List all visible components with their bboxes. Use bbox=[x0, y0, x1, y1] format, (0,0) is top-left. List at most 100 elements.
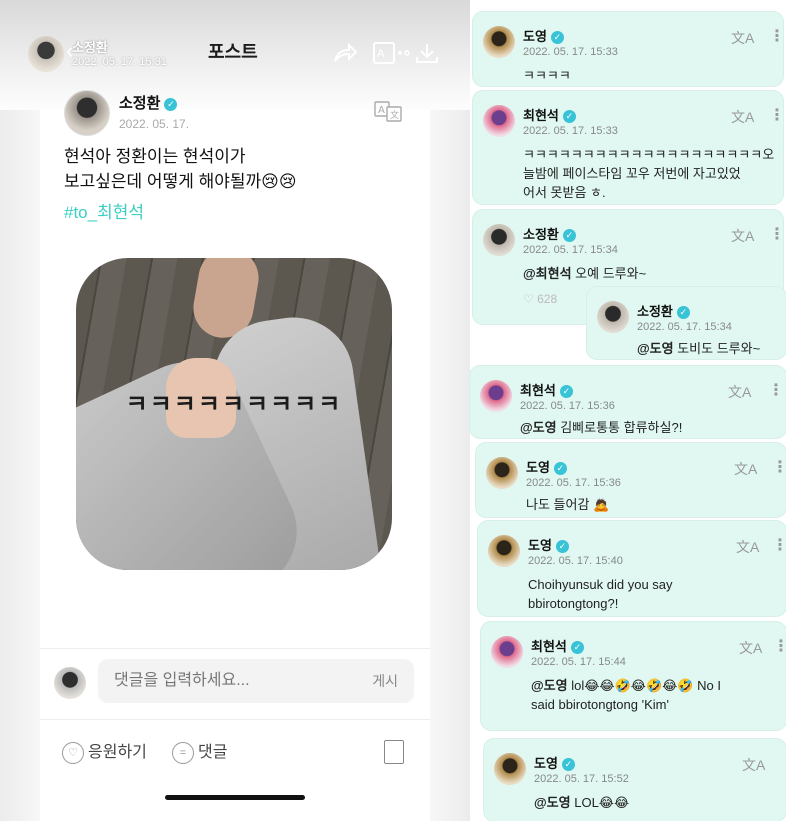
comment-card: 도영 ✓ 2022. 05. 17. 15:33 文A ⋮ ㅋㅋㅋㅋ bbox=[473, 12, 785, 86]
avatar[interactable] bbox=[483, 26, 515, 58]
more-vertical-icon[interactable]: ⋮ bbox=[769, 224, 785, 244]
cheer-button[interactable]: ♡ 응원하기 bbox=[62, 738, 147, 764]
verified-check-icon: ✓ bbox=[570, 641, 584, 655]
translate-icon[interactable]: 文A bbox=[734, 459, 757, 479]
svg-text:A: A bbox=[378, 105, 385, 116]
translate-icon[interactable]: 文A bbox=[739, 638, 762, 658]
author-avatar[interactable] bbox=[64, 90, 110, 136]
more-vertical-icon[interactable]: ⋮ bbox=[773, 636, 786, 656]
comment-time: 2022. 05. 17. 15:52 bbox=[534, 773, 629, 785]
mention-link[interactable]: @도영 bbox=[637, 341, 674, 356]
comment-text-line: 늘밤에 페이스타임 꼬우 저번에 자고있었 bbox=[523, 166, 741, 181]
header-author: 소정환 bbox=[72, 40, 108, 55]
avatar[interactable] bbox=[486, 457, 518, 489]
more-vertical-icon[interactable]: ⋮ bbox=[768, 380, 784, 400]
home-indicator bbox=[165, 795, 305, 800]
comment-text-line: ㅋㅋㅋㅋㅋㅋㅋㅋㅋㅋㅋㅋㅋㅋㅋㅋㅋㅋㅋㅋ오 bbox=[523, 147, 775, 162]
translate-icon[interactable]: 文A bbox=[742, 755, 765, 775]
comment-label: 댓글 bbox=[198, 744, 228, 761]
comment-text: @도영 lol😂😂🤣😂🤣😂🤣 No I said bbirotongtong '… bbox=[531, 676, 721, 714]
cheer-icon: ♡ bbox=[62, 741, 84, 764]
more-vertical-icon[interactable]: ⋮ bbox=[772, 535, 786, 555]
comment-author-row[interactable]: 최현석 ✓ bbox=[531, 636, 584, 655]
comment-card: 도영 ✓ 2022. 05. 17. 15:40 文A ⋮ Choihyunsuk… bbox=[478, 521, 786, 616]
comment-author: 최현석 bbox=[520, 383, 556, 398]
comment-author-row[interactable]: 도영 ✓ bbox=[523, 26, 564, 45]
comment-author-row[interactable]: 최현석 ✓ bbox=[520, 380, 573, 399]
translate-icon[interactable]: 文A bbox=[731, 28, 754, 48]
verified-check-icon: ✓ bbox=[550, 31, 564, 45]
translate-icon[interactable]: A bbox=[372, 42, 398, 64]
comment-author-row[interactable]: 최현석 ✓ bbox=[523, 105, 576, 124]
comment-author: 소정환 bbox=[523, 227, 559, 242]
comment-text-rest: lol😂😂🤣😂🤣😂🤣 No I bbox=[567, 678, 722, 693]
shadow-right bbox=[430, 0, 470, 821]
image-caption: ㅋㅋㅋㅋㅋㅋㅋㅋㅋ bbox=[125, 391, 343, 418]
shadow-left bbox=[0, 0, 40, 821]
comment-card: 도영 ✓ 2022. 05. 17. 15:36 文A ⋮ 나도 들어감 🙇 bbox=[476, 443, 786, 517]
post-topbar: ‹ 소정환 2022. 05. 17. 15:31 포스트 A bbox=[0, 8, 470, 72]
comment-text-rest: 오예 드루와~ bbox=[571, 266, 647, 281]
comment-author-row[interactable]: 도영 ✓ bbox=[528, 535, 569, 554]
comment-text: @최현석 오예 드루와~ bbox=[523, 264, 646, 283]
post-body: 현석아 정환이는 현석이가 보고싶은데 어떻게 해야될까😢😢 bbox=[64, 144, 404, 194]
comment-submit-button[interactable]: 게시 bbox=[372, 659, 398, 703]
post-image[interactable]: ㅋㅋㅋㅋㅋㅋㅋㅋㅋ bbox=[76, 258, 392, 570]
more-vertical-icon[interactable]: ⋮ bbox=[769, 105, 785, 125]
comment-text-rest: 김삐로통통 합류하실?! bbox=[556, 420, 683, 435]
mention-link[interactable]: @도영 bbox=[534, 795, 571, 810]
avatar[interactable] bbox=[494, 753, 526, 785]
avatar[interactable] bbox=[480, 380, 512, 412]
post-actions: ♡ 응원하기 = 댓글 bbox=[40, 720, 430, 780]
hashtag-link[interactable]: #to_최현석 bbox=[64, 198, 144, 223]
translate-icon[interactable]: 文A bbox=[731, 226, 754, 246]
translate-icon[interactable]: 文A bbox=[731, 107, 754, 127]
verified-check-icon: ✓ bbox=[553, 462, 567, 476]
verified-check-icon: ✓ bbox=[676, 306, 690, 320]
comment-button[interactable]: = 댓글 bbox=[172, 738, 227, 764]
more-vertical-icon[interactable]: ⋮ bbox=[772, 457, 786, 477]
avatar[interactable] bbox=[483, 105, 515, 137]
avatar[interactable] bbox=[488, 535, 520, 567]
comment-text-line: bbirotongtong?! bbox=[528, 596, 619, 611]
bookmark-icon[interactable] bbox=[384, 740, 404, 764]
translate-icon[interactable]: A 文 bbox=[374, 100, 404, 122]
comment-author-row[interactable]: 소정환 ✓ bbox=[637, 301, 690, 320]
comment-input[interactable]: 댓글을 입력하세요... 게시 bbox=[98, 659, 414, 703]
comment-text: @도영 김삐로통통 합류하실?! bbox=[520, 418, 682, 437]
mention-link[interactable]: @도영 bbox=[531, 678, 568, 693]
mention-link[interactable]: @최현석 bbox=[523, 266, 572, 281]
comment-author-row[interactable]: 도영 ✓ bbox=[526, 457, 567, 476]
comment-author-row[interactable]: 소정환 ✓ bbox=[523, 224, 576, 243]
download-icon[interactable] bbox=[414, 42, 440, 64]
page-title: 포스트 bbox=[208, 42, 258, 62]
svg-text:文: 文 bbox=[390, 109, 399, 121]
avatar[interactable] bbox=[483, 224, 515, 256]
comment-time: 2022. 05. 17. 15:33 bbox=[523, 46, 618, 58]
translate-icon[interactable]: 文A bbox=[728, 382, 751, 402]
comment-card: 최현석 ✓ 2022. 05. 17. 15:44 文A ⋮ @도영 lol😂😂🤣… bbox=[481, 622, 786, 730]
share-icon[interactable] bbox=[332, 42, 358, 64]
comment-time: 2022. 05. 17. 15:34 bbox=[523, 244, 618, 256]
author-name-row[interactable]: 소정환 ✓ bbox=[119, 92, 178, 113]
comment-author-row[interactable]: 도영 ✓ bbox=[534, 753, 575, 772]
more-horizontal-icon[interactable] bbox=[398, 42, 410, 64]
like-count[interactable]: ♡ 628 bbox=[523, 292, 557, 306]
translate-icon[interactable]: 文A bbox=[736, 537, 759, 557]
mention-link[interactable]: @도영 bbox=[520, 420, 557, 435]
avatar[interactable] bbox=[597, 301, 629, 333]
comment-card: 도영 ✓ 2022. 05. 17. 15:52 文A @도영 LOL😂😂 bbox=[484, 739, 786, 821]
comment-author: 도영 bbox=[528, 538, 552, 553]
post-screen: ‹ 소정환 2022. 05. 17. 15:31 포스트 A 소정환 ✓ 202… bbox=[0, 0, 470, 821]
verified-check-icon: ✓ bbox=[562, 110, 576, 124]
more-vertical-icon[interactable]: ⋮ bbox=[769, 26, 785, 46]
avatar[interactable] bbox=[491, 636, 523, 668]
comment-text-line: 어서 못받음 ㅎ. bbox=[523, 185, 606, 200]
comment-composer: 댓글을 입력하세요... 게시 bbox=[40, 648, 430, 720]
comment-time: 2022. 05. 17. 15:36 bbox=[520, 400, 615, 412]
header-avatar[interactable] bbox=[28, 36, 64, 72]
avatar bbox=[54, 667, 86, 699]
comment-text-line: @도영 lol😂😂🤣😂🤣😂🤣 No I bbox=[531, 676, 721, 695]
comment-text: Choihyunsuk did you say bbirotongtong?! bbox=[528, 575, 673, 613]
comment-text-rest: 도비도 드루와~ bbox=[673, 341, 761, 356]
